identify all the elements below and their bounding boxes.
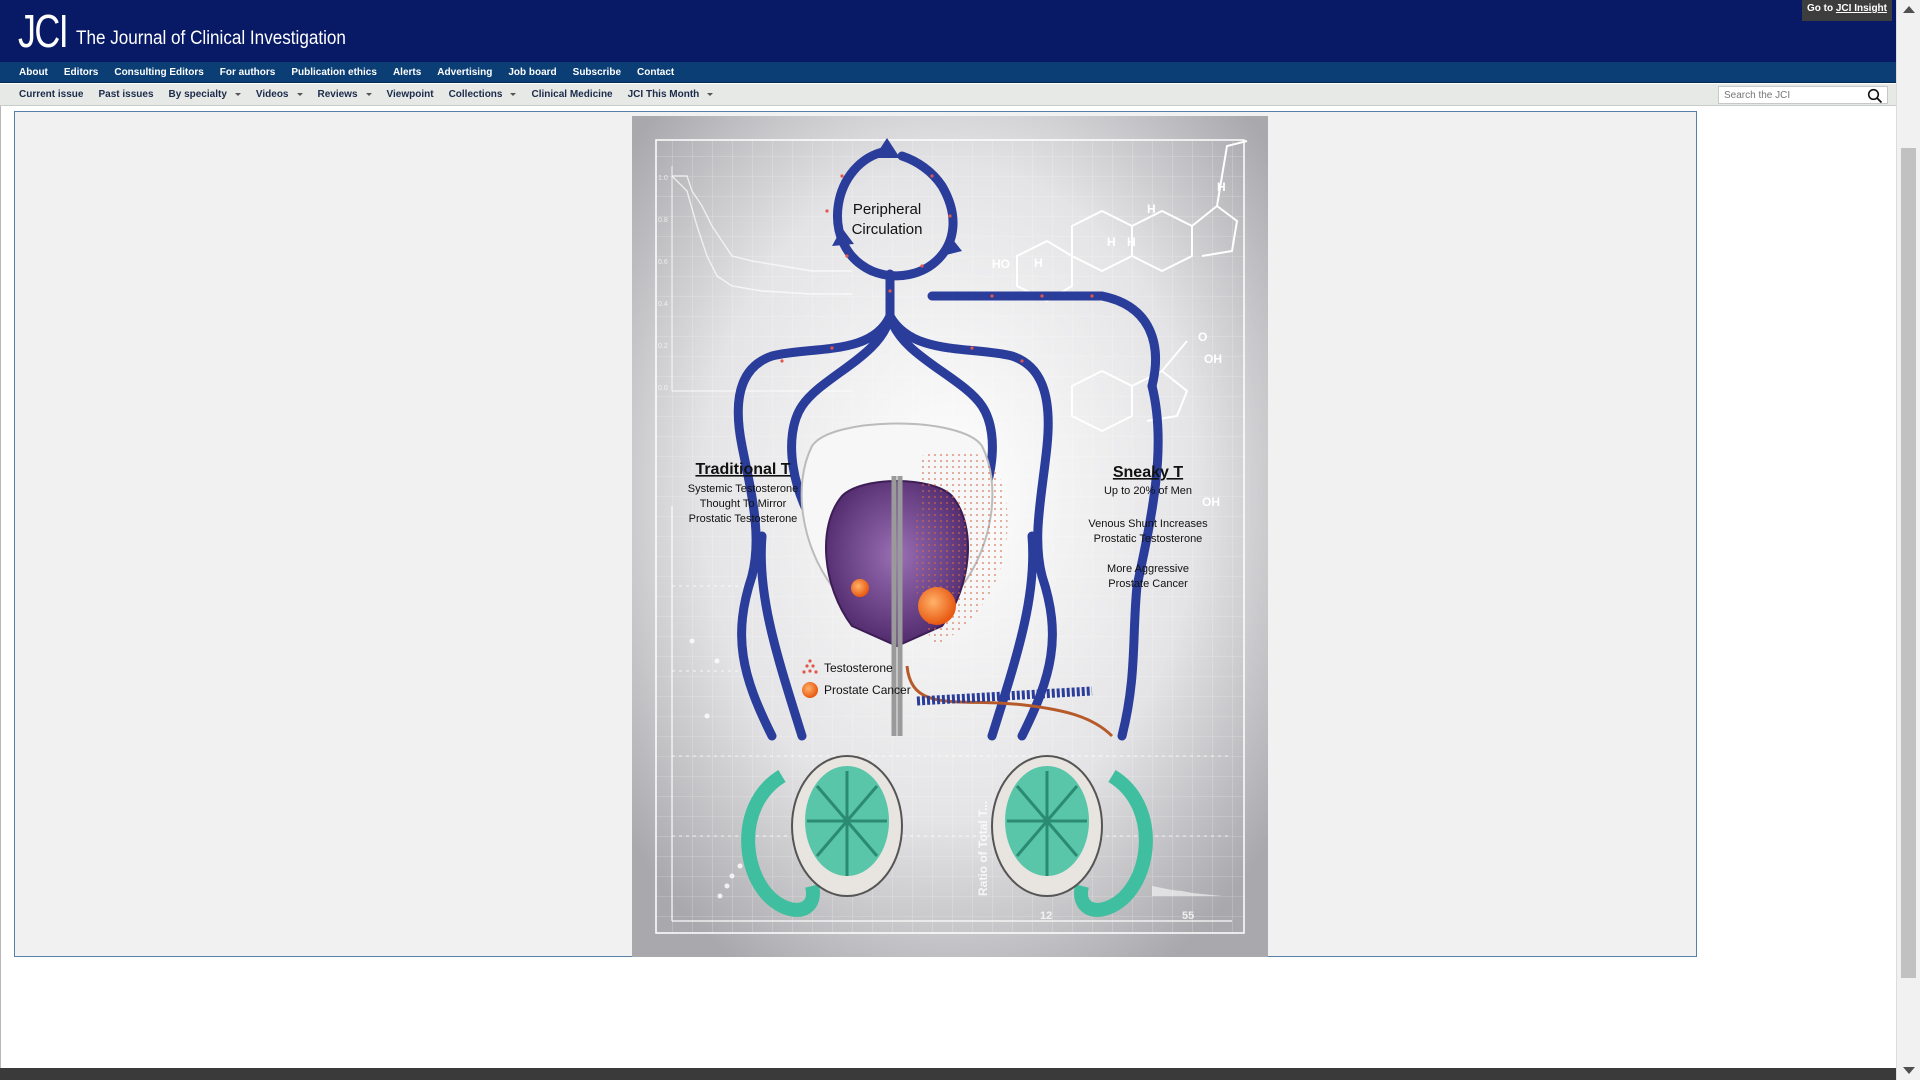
sneaky-line3: More Aggressive <box>1107 563 1189 575</box>
nav-viewpoint[interactable]: Viewpoint <box>387 89 434 100</box>
sneaky-line4: Prostate Cancer <box>1108 578 1188 590</box>
nav-label: By specialty <box>168 89 227 100</box>
sneaky-sub: Up to 20% of Men <box>1104 485 1192 497</box>
vertical-scrollbar[interactable] <box>1896 0 1920 1080</box>
nav-job-board[interactable]: Job board <box>508 67 556 78</box>
chem-label: HO <box>992 257 1010 271</box>
chem-label: OH <box>1204 352 1222 366</box>
bg-axis-ratio: Ratio of Total T... <box>976 801 990 896</box>
nav-current-issue[interactable]: Current issue <box>19 89 83 100</box>
nav-advertising[interactable]: Advertising <box>437 67 492 78</box>
cancer-large <box>918 587 956 625</box>
figure-illustration[interactable]: 1.0 0.8 0.6 0.4 0.2 0.0 12 55 Ratio of T… <box>632 116 1268 957</box>
bg-axis-label: 55 <box>1182 910 1194 922</box>
nav-label: Current issue <box>19 89 84 100</box>
nav-for-authors[interactable]: For authors <box>220 67 276 78</box>
bg-tick: 0.0 <box>658 385 668 392</box>
caret-down-icon <box>707 93 714 96</box>
nav-label: Videos <box>255 89 289 100</box>
nav-editors[interactable]: Editors <box>64 67 98 78</box>
traditional-title: Traditional T <box>695 461 790 478</box>
scroll-up-arrow-icon[interactable] <box>1903 6 1915 13</box>
bg-axis-label: 12 <box>1040 910 1052 922</box>
journal-title[interactable]: The Journal of Clinical Investigation <box>76 28 346 50</box>
chem-label: H <box>1217 180 1226 194</box>
jci-insight-link[interactable]: Go to JCI Insight <box>1801 0 1892 21</box>
nav-label: Viewpoint <box>386 89 434 100</box>
nav-about[interactable]: About <box>19 67 48 78</box>
nav-videos[interactable]: Videos <box>256 89 303 100</box>
sneaky-title: Sneaky T <box>1113 464 1183 481</box>
legend-testosterone: Testosterone <box>824 661 893 675</box>
chem-label: H <box>1147 202 1156 216</box>
bg-tick: 1.0 <box>658 175 668 182</box>
primary-nav: About Editors Consulting Editors For aut… <box>0 62 1896 83</box>
peripheral-label-line2: Circulation <box>852 221 923 238</box>
cancer-legend-icon <box>802 682 818 698</box>
caret-down-icon <box>296 93 303 96</box>
nav-label: Clinical Medicine <box>531 89 613 100</box>
chem-label: H <box>1127 235 1136 249</box>
nav-collections[interactable]: Collections <box>449 89 517 100</box>
nav-reviews[interactable]: Reviews <box>318 89 372 100</box>
search-icon[interactable] <box>1867 88 1883 104</box>
cancer-small <box>851 579 869 597</box>
caret-down-icon <box>510 93 517 96</box>
traditional-line1: Systemic Testosterone <box>688 483 798 495</box>
chem-label: H <box>1034 256 1043 270</box>
chem-label: H <box>1107 235 1116 249</box>
nav-label: Reviews <box>317 89 358 100</box>
content-left-border <box>0 106 1 1068</box>
nav-label: Collections <box>448 89 503 100</box>
nav-by-specialty[interactable]: By specialty <box>169 89 241 100</box>
sneaky-line2: Prostatic Testosterone <box>1094 533 1203 545</box>
bg-tick: 0.8 <box>658 217 668 224</box>
bg-tick: 0.2 <box>658 343 668 350</box>
jci-logo[interactable]: JCI <box>18 4 69 58</box>
page: JCI The Journal of Clinical Investigatio… <box>0 0 1920 1080</box>
caret-down-icon <box>234 93 241 96</box>
traditional-line2: Thought To Mirror <box>700 498 787 510</box>
chem-label: OH <box>1202 495 1220 509</box>
scrollbar-thumb[interactable] <box>1901 148 1916 978</box>
sneaky-line1: Venous Shunt Increases <box>1088 518 1208 530</box>
insight-link-text[interactable]: JCI Insight <box>1836 3 1887 14</box>
insight-prefix: Go to <box>1806 3 1834 14</box>
legend-cancer: Prostate Cancer <box>824 683 911 697</box>
nav-subscribe[interactable]: Subscribe <box>573 67 621 78</box>
caret-down-icon <box>365 93 372 96</box>
nav-jci-this-month[interactable]: JCI This Month <box>628 89 714 100</box>
nav-label: Past issues <box>98 89 154 100</box>
scroll-down-arrow-icon[interactable] <box>1903 1067 1915 1074</box>
bg-tick: 0.6 <box>658 259 668 266</box>
site-header: JCI The Journal of Clinical Investigatio… <box>0 0 1896 62</box>
peripheral-label-line1: Peripheral <box>853 201 921 218</box>
search-box <box>1718 86 1888 104</box>
nav-consulting-editors[interactable]: Consulting Editors <box>114 67 203 78</box>
chem-label: O <box>1198 330 1207 344</box>
nav-label: JCI This Month <box>627 89 700 100</box>
nav-contact[interactable]: Contact <box>637 67 674 78</box>
nav-clinical-medicine[interactable]: Clinical Medicine <box>531 89 612 100</box>
footer-strip <box>0 1068 1896 1080</box>
bg-tick: 0.4 <box>658 301 668 308</box>
nav-alerts[interactable]: Alerts <box>393 67 421 78</box>
nav-publication-ethics[interactable]: Publication ethics <box>291 67 377 78</box>
secondary-nav: Current issue Past issues By specialty V… <box>0 84 1896 106</box>
search-input[interactable] <box>1719 88 1866 102</box>
nav-past-issues[interactable]: Past issues <box>98 89 153 100</box>
traditional-line3: Prostatic Testosterone <box>689 513 798 525</box>
